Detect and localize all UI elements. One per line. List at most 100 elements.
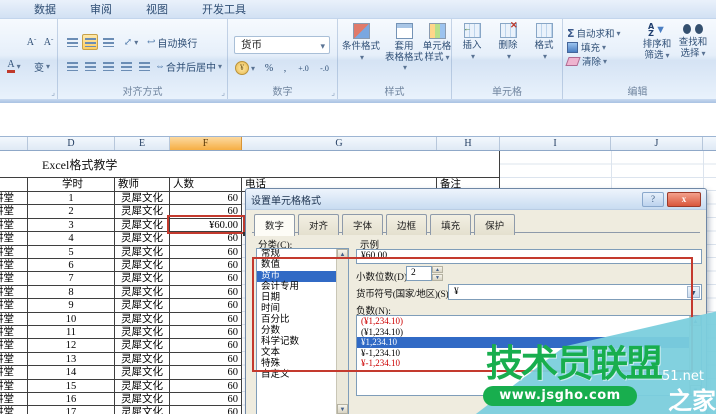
row-label-cell[interactable]: 讲堂 [0, 246, 28, 259]
category-item[interactable]: 会计专用 [257, 282, 348, 293]
delete-cells-button[interactable]: 删除 [494, 23, 522, 62]
find-select-button[interactable]: 查找和 选择 [675, 23, 711, 59]
teacher-cell[interactable]: 灵犀文化 [115, 246, 170, 259]
hours-cell[interactable]: 3 [28, 219, 115, 232]
negative-format-option[interactable]: (¥1,234.10) [357, 327, 701, 338]
dialog-help-button[interactable]: ? [642, 192, 664, 207]
category-item[interactable]: 时间 [257, 304, 348, 315]
scroll-up-icon[interactable]: ▲ [690, 316, 701, 326]
align-bottom-button[interactable] [100, 34, 116, 50]
scroll-up-icon[interactable]: ▲ [337, 249, 348, 259]
spinner-up-icon[interactable]: ▲ [432, 266, 443, 273]
negative-format-option[interactable]: ¥-1,234.10 [357, 348, 701, 359]
dialog-tab[interactable]: 对齐 [298, 214, 339, 235]
teacher-cell[interactable]: 灵犀文化 [115, 366, 170, 379]
hours-cell[interactable]: 7 [28, 272, 115, 285]
ribbon-tab[interactable]: 开发工具 [198, 1, 250, 17]
ribbon-tab[interactable]: 数据 [30, 1, 60, 17]
category-item[interactable]: 日期 [257, 293, 348, 304]
count-cell[interactable]: 60 [170, 272, 242, 285]
row-label-cell[interactable]: 讲堂 [0, 232, 28, 245]
dialog-tab[interactable]: 填充 [430, 214, 471, 235]
conditional-formatting-button[interactable]: 条件格式 [340, 23, 382, 63]
teacher-cell[interactable]: 灵犀文化 [115, 205, 170, 218]
category-item[interactable]: 货币 [257, 271, 348, 282]
count-cell[interactable]: 60 [170, 246, 242, 259]
align-left-button[interactable] [64, 58, 80, 74]
category-item[interactable]: 文本 [257, 348, 348, 359]
column-header-h[interactable]: H [437, 137, 500, 150]
comma-style-button[interactable]: , [279, 60, 291, 76]
count-cell[interactable]: 60 [170, 313, 242, 326]
column-header-e[interactable]: E [115, 137, 170, 150]
column-header-f[interactable]: F [170, 137, 242, 150]
number-format-dropdown[interactable]: 货币 [234, 36, 330, 54]
teacher-cell[interactable]: 灵犀文化 [115, 192, 170, 205]
clear-button[interactable]: 清除 [567, 55, 607, 67]
format-cells-button[interactable]: 格式 [530, 23, 558, 62]
column-header-k[interactable] [703, 137, 716, 150]
teacher-cell[interactable]: 灵犀文化 [115, 326, 170, 339]
align-top-button[interactable] [64, 34, 80, 50]
decimal-places-input[interactable]: 2 [406, 266, 432, 281]
dialog-tab[interactable]: 保护 [474, 214, 515, 235]
teacher-cell[interactable]: 灵犀文化 [115, 219, 170, 232]
teacher-cell[interactable]: 灵犀文化 [115, 286, 170, 299]
hours-cell[interactable]: 4 [28, 232, 115, 245]
sheet-title-cell[interactable]: Excel格式教学 [42, 156, 117, 173]
align-right-button[interactable] [100, 58, 116, 74]
category-item[interactable]: 数值 [257, 260, 348, 271]
hours-cell[interactable]: 1 [28, 192, 115, 205]
count-cell[interactable]: 60 [170, 232, 242, 245]
category-item[interactable]: 特殊 [257, 359, 348, 370]
shrink-font-button[interactable]: Aˇ [41, 34, 56, 50]
teacher-cell[interactable]: 灵犀文化 [115, 380, 170, 393]
negative-scrollbar[interactable]: ▲▼ [689, 316, 701, 395]
negative-format-option[interactable]: (¥1,234.10) [357, 316, 701, 327]
format-as-table-button[interactable]: 套用 表格格式 [384, 23, 424, 74]
row-label-cell[interactable]: 讲堂 [0, 380, 28, 393]
count-cell[interactable]: 60 [170, 299, 242, 312]
hours-cell[interactable]: 12 [28, 339, 115, 352]
header-cell-count[interactable]: 人数 [170, 178, 242, 192]
hours-cell[interactable]: 13 [28, 353, 115, 366]
count-cell[interactable]: 60 [170, 339, 242, 352]
alignment-dialog-launcher[interactable]: ⌟ [221, 88, 225, 97]
teacher-cell[interactable]: 灵犀文化 [115, 406, 170, 414]
dialog-tab[interactable]: 数字 [254, 214, 295, 236]
currency-symbol-combo[interactable]: ¥ ▼ [448, 284, 702, 300]
row-label-cell[interactable]: 讲堂 [0, 219, 28, 232]
hours-cell[interactable]: 16 [28, 393, 115, 406]
decrease-decimal-button[interactable]: -.0 [315, 60, 334, 76]
row-label-cell[interactable]: 讲堂 [0, 259, 28, 272]
negative-format-option[interactable]: ¥1,234.10 [357, 337, 701, 348]
count-cell[interactable]: 60 [170, 286, 242, 299]
teacher-cell[interactable]: 灵犀文化 [115, 353, 170, 366]
category-item[interactable]: 自定义 [257, 370, 348, 381]
category-list[interactable]: ▲▼ 常规数值货币会计专用日期时间百分比分数科学记数文本特殊自定义 [256, 248, 349, 414]
teacher-cell[interactable]: 灵犀文化 [115, 299, 170, 312]
accounting-format-button[interactable]: ¥ [232, 60, 258, 76]
category-item[interactable]: 百分比 [257, 315, 348, 326]
count-cell[interactable]: 60 [170, 366, 242, 379]
teacher-cell[interactable]: 灵犀文化 [115, 232, 170, 245]
header-cell-teacher[interactable]: 教师 [115, 178, 170, 192]
hours-cell[interactable]: 6 [28, 259, 115, 272]
hours-cell[interactable]: 17 [28, 406, 115, 414]
teacher-cell[interactable]: 灵犀文化 [115, 272, 170, 285]
count-cell[interactable]: 60 [170, 326, 242, 339]
percent-style-button[interactable]: % [261, 60, 277, 76]
spinner-down-icon[interactable]: ▼ [432, 274, 443, 281]
count-cell[interactable]: 60 [170, 259, 242, 272]
font-color-button[interactable]: A [2, 58, 26, 74]
teacher-cell[interactable]: 灵犀文化 [115, 259, 170, 272]
font-dialog-launcher[interactable]: ⌟ [51, 88, 55, 97]
category-item[interactable]: 分数 [257, 326, 348, 337]
fill-button[interactable]: 填充 [567, 41, 606, 53]
ribbon-tab[interactable]: 视图 [142, 1, 172, 17]
hours-cell[interactable]: 15 [28, 380, 115, 393]
autosum-button[interactable]: Σ自动求和 [567, 27, 621, 39]
hours-cell[interactable]: 10 [28, 313, 115, 326]
column-header-d[interactable]: D [28, 137, 115, 150]
hours-cell[interactable]: 8 [28, 286, 115, 299]
